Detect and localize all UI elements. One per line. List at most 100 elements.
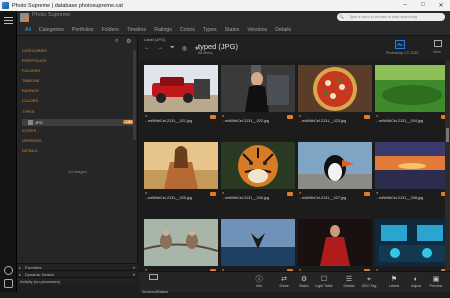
toolbar-label: Adjust <box>411 284 421 288</box>
search-icon[interactable]: ⌕ <box>115 38 118 45</box>
thumbnail-cell[interactable]: ● ...edWithCel-2131__025.jpg <box>144 140 218 216</box>
thumbnail-image[interactable] <box>221 142 295 189</box>
forward-arrow-icon[interactable]: → <box>157 45 163 52</box>
geo-tag-button[interactable]: ⌖ GEO Tag <box>360 275 378 288</box>
labels-icon: ⚑ <box>390 276 398 283</box>
toolbar-label: Batch <box>299 284 309 288</box>
sidebar-item-colors[interactable]: COLORS <box>22 99 38 103</box>
sidebar-item-timeline[interactable]: TIMELINE <box>22 79 40 83</box>
toolbar-label: GEO Tag <box>361 284 377 288</box>
tab-portfolios[interactable]: Portfolios <box>68 25 98 35</box>
thumbnail-image[interactable] <box>298 65 372 112</box>
labels-button[interactable]: ⚑ Labels <box>385 275 403 288</box>
panel-dynamic-search[interactable]: ▸ Dynamic Search ▾ <box>17 270 138 277</box>
tab-types[interactable]: Types <box>199 25 221 35</box>
thumbnail-image[interactable] <box>298 142 372 189</box>
gear-icon[interactable]: ⚙ <box>126 38 131 45</box>
toolbar-label: Preview <box>429 284 443 288</box>
photoshop-icon[interactable]: Ps <box>395 40 405 49</box>
panel-activity[interactable]: Activity (no processes) <box>17 277 138 284</box>
scroll-thumb[interactable] <box>446 128 449 142</box>
tab-timeline[interactable]: Timeline <box>123 25 150 35</box>
shoebox-button[interactable]: Shoebox/Basket <box>142 274 168 298</box>
thumbnail-image[interactable] <box>375 142 445 189</box>
filter-icon[interactable]: ⏷ <box>170 45 175 52</box>
tab-details[interactable]: Details <box>271 25 295 35</box>
view-icon[interactable] <box>434 40 442 47</box>
globe-icon[interactable]: ◍ <box>182 45 187 52</box>
sidebar-item-details[interactable]: DETAILS <box>22 149 38 153</box>
tab-states[interactable]: States <box>221 25 244 35</box>
sidebar-item-folders[interactable]: FOLDERS <box>22 69 40 73</box>
thumbnail-image[interactable] <box>144 142 218 189</box>
power-icon[interactable] <box>4 279 13 288</box>
thumbnail-cell[interactable]: ● ...edWithCel-2131__023.jpg <box>298 63 372 139</box>
toolbar-label: Share <box>279 284 289 288</box>
thumbnail-image[interactable] <box>144 65 218 112</box>
tab-versions[interactable]: Versions <box>243 25 271 35</box>
content-nav: ← → ⏷ ◍ ★ <box>144 45 199 52</box>
sidebar-item-jpg[interactable]: JPG 1.8k <box>22 119 136 126</box>
tab-categories[interactable]: Categories <box>35 25 68 35</box>
hamburger-menu-icon[interactable] <box>4 17 13 24</box>
breadcrumb: Label (JPG) <box>144 37 166 42</box>
back-arrow-icon[interactable]: ← <box>144 45 150 52</box>
sidebar: ⌕ ⚙ CATEGORIES PORTFOLIOS FOLDERS TIMELI… <box>17 36 138 263</box>
sidebar-item-types[interactable]: TYPES <box>22 110 34 114</box>
sidebar-item-portfolios[interactable]: PORTFOLIOS <box>22 59 46 63</box>
sidebar-item-categories[interactable]: CATEGORIES <box>22 49 47 53</box>
info-icon: ⓘ <box>255 276 263 283</box>
tab-colors[interactable]: Colors <box>176 25 199 35</box>
thumbnail-cell[interactable]: ● ...edWithCel-2131__026.jpg <box>221 140 295 216</box>
sidebar-scrollbar[interactable] <box>133 50 136 140</box>
light-table-button[interactable]: ☐ Light Table <box>315 275 333 288</box>
search-input[interactable]: Type a word or phrase to start searching <box>337 13 445 21</box>
thumbnail-image[interactable] <box>221 65 295 112</box>
thumbnail-filename: ...edWithCel-2131__028.jpg <box>376 196 424 200</box>
thumbnail-grid: ● ...edWithCel-2131__021.jpg ● ...edWithCel… <box>139 60 445 271</box>
sidebar-item-ratings[interactable]: RATINGS <box>22 89 39 93</box>
page-subtitle: All items <box>198 51 213 55</box>
status-dot-icon: ● <box>222 191 225 195</box>
tab-ratings[interactable]: Ratings <box>150 25 176 35</box>
toolbar-label: Info <box>256 284 262 288</box>
thumbnail-cell[interactable]: ● <box>375 217 445 271</box>
thumbnail-image[interactable] <box>298 219 372 266</box>
thumbnail-cell[interactable]: ● <box>144 217 218 271</box>
thumbnail-cell[interactable]: ● ...edWithCel-2131__022.jpg <box>221 63 295 139</box>
close-button[interactable]: ✕ <box>432 2 450 9</box>
sidebar-item-versions[interactable]: VERSIONS <box>22 139 42 143</box>
share-button[interactable]: ⇄ Share <box>275 275 293 288</box>
thumbnail-cell[interactable]: ● ...edWithCel-2131__024.jpg <box>375 63 445 139</box>
adjust-icon: ◐ <box>413 276 419 283</box>
app-icon <box>2 2 9 9</box>
panel-favorites[interactable]: ▸ Favorites ▾ <box>17 263 138 270</box>
batch-icon: ⚙ <box>300 276 308 283</box>
thumbnail-cell[interactable]: ● ...edWithCel-2131__027.jpg <box>298 140 372 216</box>
minimize-button[interactable]: – <box>396 2 414 9</box>
maximize-button[interactable]: □ <box>414 2 432 9</box>
thumbnail-cell[interactable]: ● ...edWithCel-2131__021.jpg <box>144 63 218 139</box>
grid-scrollbar[interactable] <box>445 60 450 271</box>
details-icon: ☰ <box>345 276 353 283</box>
preview-button[interactable]: ▣ Preview <box>427 275 445 288</box>
info-button[interactable]: ⓘ Info <box>250 275 268 288</box>
thumbnail-filename: ...edWithCel-2131__022.jpg <box>222 119 270 123</box>
thumbnail-cell[interactable]: ● <box>221 217 295 271</box>
thumbnail-image[interactable] <box>375 219 445 266</box>
box-icon <box>148 274 158 280</box>
adjust-button[interactable]: ◐ Adjust <box>407 275 425 288</box>
status-dot-icon: ● <box>376 114 379 118</box>
details-button[interactable]: ☰ Details <box>340 275 358 288</box>
thumbnail-cell[interactable]: ● <box>298 217 372 271</box>
settings-circle-icon[interactable] <box>4 266 13 275</box>
batch-button[interactable]: ⚙ Batch <box>295 275 313 288</box>
status-dot-icon: ● <box>299 114 302 118</box>
thumbnail-image[interactable] <box>221 219 295 266</box>
tab-folders[interactable]: Folders <box>97 25 122 35</box>
thumbnail-cell[interactable]: ● ...edWithCel-2131__028.jpg <box>375 140 445 216</box>
sidebar-item-states[interactable]: STATES <box>22 129 36 133</box>
tab-all[interactable]: All <box>21 25 35 35</box>
thumbnail-image[interactable] <box>144 219 218 266</box>
thumbnail-image[interactable] <box>375 65 445 112</box>
